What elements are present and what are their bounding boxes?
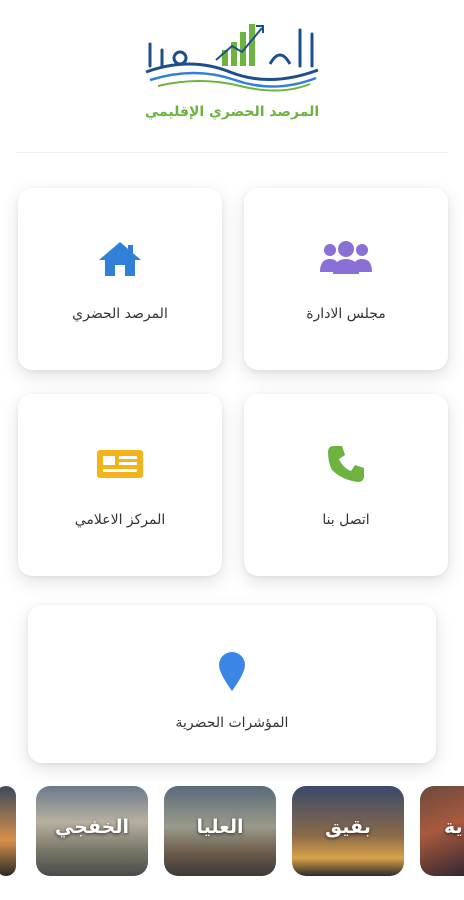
board-label: مجلس الادارة	[306, 306, 386, 322]
home-icon	[99, 242, 141, 276]
logo-graphic	[145, 24, 319, 92]
city-tile[interactable]: بقيق	[292, 786, 404, 876]
city-name: بقيق	[325, 816, 371, 838]
contact-label: اتصل بنا	[322, 512, 370, 528]
newspaper-icon	[97, 450, 143, 478]
app-logo: المرصد الحضري الإقليمي	[0, 0, 464, 150]
contact-card[interactable]: اتصل بنا	[244, 394, 448, 576]
users-icon	[320, 241, 372, 274]
city-tile[interactable]: الخفجي	[36, 786, 148, 876]
city-name: الخفجي	[55, 816, 129, 838]
cities-carousel[interactable]: ية بقيق العليا الخفجي	[0, 786, 464, 878]
header-divider	[16, 152, 448, 153]
board-card[interactable]: مجلس الادارة	[244, 188, 448, 370]
media-label: المركز الاعلامي	[74, 512, 166, 528]
observatory-label: المرصد الحضري	[72, 306, 168, 322]
phone-icon	[328, 446, 364, 482]
city-tile[interactable]: ية	[420, 786, 464, 876]
logo-subtitle: المرصد الحضري الإقليمي	[144, 104, 320, 120]
indicators-card[interactable]: المؤشرات الحضرية	[28, 605, 436, 763]
city-tile[interactable]: العليا	[164, 786, 276, 876]
observatory-card[interactable]: المرصد الحضري	[18, 188, 222, 370]
map-pin-icon	[219, 652, 245, 691]
indicators-label: المؤشرات الحضرية	[175, 715, 289, 731]
media-card[interactable]: المركز الاعلامي	[18, 394, 222, 576]
city-name: العليا	[196, 816, 244, 838]
city-tile[interactable]	[0, 786, 16, 876]
city-name: ية	[444, 816, 463, 838]
